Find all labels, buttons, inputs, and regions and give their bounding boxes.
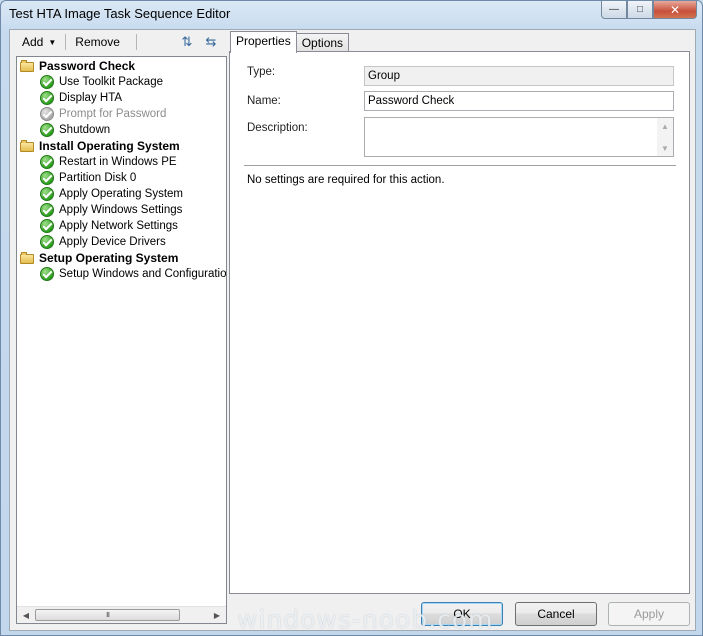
remove-button-label: Remove — [75, 35, 120, 49]
folder-icon — [20, 139, 34, 153]
check-icon — [40, 91, 54, 105]
move-down-icon[interactable]: ⇆ — [202, 33, 220, 51]
tree-item-apply-device-drivers[interactable]: Apply Device Drivers — [40, 234, 166, 250]
tab-properties[interactable]: Properties — [230, 31, 297, 53]
folder-icon — [20, 251, 34, 265]
tab-options[interactable]: Options — [295, 33, 350, 53]
tree-item-label: Apply Device Drivers — [59, 236, 166, 248]
tree-item-label: Setup Windows and Configuration — [59, 268, 227, 280]
properties-tabs: Properties Options — [230, 31, 350, 53]
tree-item-prompt-for-password[interactable]: Prompt for Password — [40, 106, 166, 122]
move-up-icon[interactable]: ⇅ — [178, 33, 196, 51]
folder-icon — [20, 59, 34, 73]
check-icon — [40, 187, 54, 201]
check-icon — [40, 235, 54, 249]
properties-panel: Type: Group Name: Password Check Descrip… — [229, 51, 690, 594]
ok-button[interactable]: OK — [421, 602, 503, 626]
apply-button[interactable]: Apply — [608, 602, 690, 626]
section-divider — [244, 165, 676, 167]
task-sequence-editor-window: Test HTA Image Task Sequence Editor — □ … — [0, 0, 703, 636]
add-button-label: Add — [22, 35, 44, 49]
tree-item-label: Restart in Windows PE — [59, 156, 177, 168]
name-field[interactable]: Password Check — [364, 91, 674, 111]
tree-item-setup-windows-and-configuration[interactable]: Setup Windows and Configuration — [40, 266, 227, 282]
tree-item-label: Apply Windows Settings — [59, 204, 183, 216]
tree-item-apply-windows-settings[interactable]: Apply Windows Settings — [40, 202, 182, 218]
tree-horizontal-scrollbar[interactable]: ◀ III ▶ — [17, 606, 226, 623]
tree-item-label: Apply Network Settings — [59, 220, 178, 232]
minimize-button[interactable]: — — [601, 1, 627, 19]
tree-group-setup-operating-system[interactable]: Setup Operating System — [20, 250, 178, 266]
tree-item-label: Display HTA — [59, 92, 123, 104]
tree-item-label: Apply Operating System — [59, 188, 184, 200]
name-label: Name: — [247, 95, 281, 107]
chevron-down-icon: ▼ — [48, 37, 57, 47]
tree-item-apply-operating-system[interactable]: Apply Operating System — [40, 186, 183, 202]
tree-item-label: Install Operating System — [39, 139, 180, 153]
tree-item-restart-in-windows-pe[interactable]: Restart in Windows PE — [40, 154, 177, 170]
check-icon — [40, 203, 54, 217]
check-icon — [40, 123, 54, 137]
window-controls: — □ ✕ — [601, 1, 697, 19]
check-icon — [40, 219, 54, 233]
tree-item-label: Password Check — [39, 59, 136, 73]
close-button[interactable]: ✕ — [653, 1, 697, 19]
tree-item-partition-disk-0[interactable]: Partition Disk 0 — [40, 170, 136, 186]
tree-item-label: Setup Operating System — [39, 251, 179, 265]
type-label: Type: — [247, 66, 276, 78]
window-title: Test HTA Image Task Sequence Editor — [9, 6, 231, 21]
tree-item-label: Partition Disk 0 — [59, 172, 137, 184]
cancel-button[interactable]: Cancel — [515, 602, 597, 626]
title-bar[interactable]: Test HTA Image Task Sequence Editor — □ … — [1, 1, 702, 29]
check-icon — [40, 267, 54, 281]
tree-item-use-toolkit-package[interactable]: Use Toolkit Package — [40, 74, 163, 90]
tree-group-install-operating-system[interactable]: Install Operating System — [20, 138, 180, 154]
add-button[interactable]: Add ▼ — [16, 33, 62, 51]
scroll-left-icon[interactable]: ◀ — [18, 607, 34, 623]
tree-group-password-check[interactable]: Password Check — [20, 58, 135, 74]
scroll-right-icon[interactable]: ▶ — [209, 607, 225, 623]
tree-item-label: Use Toolkit Package — [59, 76, 163, 88]
scroll-up-icon[interactable]: ▲ — [657, 119, 673, 133]
editor-client-area: Add ▼ Remove ⇅ ⇆ Password Check Use Tool… — [9, 29, 696, 631]
check-icon — [40, 155, 54, 169]
check-icon — [40, 171, 54, 185]
scroll-down-icon[interactable]: ▼ — [657, 141, 673, 155]
no-settings-note: No settings are required for this action… — [247, 174, 445, 186]
tree-item-display-hta[interactable]: Display HTA — [40, 90, 122, 106]
tree-item-label: Prompt for Password — [59, 108, 167, 120]
remove-button[interactable]: Remove — [69, 33, 126, 51]
description-field[interactable]: ▲ ▼ — [364, 117, 674, 157]
check-icon — [40, 75, 54, 89]
toolbar-divider — [65, 34, 67, 50]
task-sequence-tree[interactable]: Password Check Use Toolkit Package Displ… — [16, 56, 227, 624]
description-label: Description: — [247, 122, 308, 134]
maximize-button[interactable]: □ — [627, 1, 653, 19]
check-icon — [40, 107, 54, 121]
tree-item-apply-network-settings[interactable]: Apply Network Settings — [40, 218, 178, 234]
tree-item-label: Shutdown — [59, 124, 111, 136]
tree-item-shutdown[interactable]: Shutdown — [40, 122, 110, 138]
type-field: Group — [364, 66, 674, 86]
description-scrollbar[interactable]: ▲ ▼ — [657, 118, 673, 156]
toolbar-divider — [135, 34, 137, 50]
scroll-thumb[interactable]: III — [35, 609, 180, 621]
